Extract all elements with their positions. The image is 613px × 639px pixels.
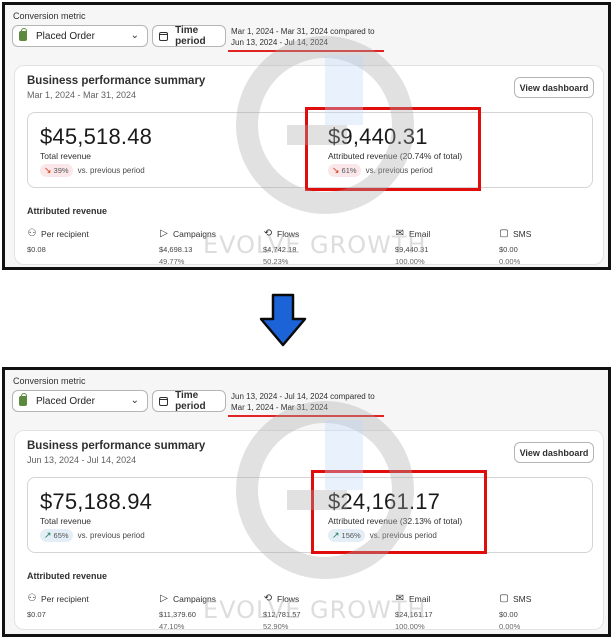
change-percent: 39% [53, 166, 69, 175]
total-revenue-value: $45,518.48 [40, 124, 153, 149]
before-screenshot-panel: Conversion metric Placed Order ⌄ Time pe… [2, 2, 611, 270]
shopping-bag-icon [19, 28, 27, 41]
col-label: Per recipient [41, 228, 89, 239]
highlight-box [311, 470, 487, 554]
trend-down-icon: ↘ [44, 165, 52, 175]
total-revenue-change: ↘ 39% vs. previous period [40, 164, 152, 177]
watermark-text: EVOLVE GROWTH [203, 231, 427, 259]
total-revenue-value: $75,188.94 [40, 489, 153, 514]
conversion-metric-label: Conversion metric [13, 376, 86, 386]
select-value: Placed Order [36, 395, 95, 407]
time-period-label: Time period [175, 25, 206, 47]
trend-up-icon: ↗ [44, 530, 52, 540]
summary-date: Mar 1, 2024 - Mar 31, 2024 [27, 90, 137, 100]
view-dashboard-button[interactable]: View dashboard [514, 442, 594, 463]
col-pct: 0.00% [499, 622, 521, 631]
col-label: SMS [513, 593, 532, 604]
people-icon: ⚇ [27, 228, 37, 239]
summary-title: Business performance summary [27, 75, 206, 87]
attr-col-sms: ▢ SMS $0.00 0.00% [499, 593, 531, 631]
col-label: SMS [513, 228, 532, 239]
total-revenue-change: ↗ 65% vs. previous period [40, 529, 152, 542]
down-arrow-icon [259, 293, 307, 347]
summary-title: Business performance summary [27, 440, 206, 452]
metrics-box: $75,188.94 Total revenue ↗ 65% vs. previo… [27, 470, 593, 554]
select-value: Placed Order [36, 30, 95, 42]
col-value: $0.00 [499, 245, 518, 254]
total-revenue-label: Total revenue [40, 516, 92, 526]
after-screenshot-panel: Conversion metric Placed Order ⌄ Time pe… [2, 367, 611, 637]
send-icon: ▷ [160, 228, 168, 239]
calendar-icon [159, 31, 169, 41]
conversion-metric-select[interactable]: Placed Order ⌄ [12, 390, 148, 412]
people-icon: ⚇ [27, 593, 37, 604]
summary-date: Jun 13, 2024 - Jul 14, 2024 [27, 455, 137, 465]
date-range-text: Mar 1, 2024 - Mar 31, 2024 compared to J… [231, 27, 375, 47]
time-period-label: Time period [175, 390, 206, 412]
conversion-metric-select[interactable]: Placed Order ⌄ [12, 25, 148, 47]
time-period-button[interactable]: Time period [152, 25, 226, 47]
col-label: Per recipient [41, 593, 89, 604]
chevron-down-icon: ⌄ [130, 30, 139, 41]
attributed-revenue-title: Attributed revenue [27, 206, 108, 216]
attr-col-per-recipient: ⚇ Per recipient $0.08 [27, 228, 89, 257]
change-badge: ↘ 39% [40, 164, 73, 177]
view-dashboard-button[interactable]: View dashboard [514, 77, 594, 98]
send-icon: ▷ [160, 593, 168, 604]
change-suffix: vs. previous period [77, 166, 145, 175]
highlight-underline [228, 415, 384, 417]
attr-col-sms: ▢ SMS $0.00 0.00% [499, 228, 531, 266]
time-period-button[interactable]: Time period [152, 390, 226, 412]
total-revenue-metric: $75,188.94 Total revenue ↗ 65% vs. previo… [40, 489, 152, 542]
col-value: $0.07 [27, 610, 46, 619]
total-revenue-label: Total revenue [40, 151, 92, 161]
col-pct: 0.00% [499, 257, 521, 266]
chevron-down-icon: ⌄ [130, 395, 139, 406]
conversion-metric-label: Conversion metric [13, 11, 86, 21]
change-suffix: vs. previous period [77, 531, 145, 540]
shopping-bag-icon [19, 393, 27, 406]
highlight-box [305, 107, 481, 191]
date-range-text: Jun 13, 2024 - Jul 14, 2024 compared to … [231, 392, 375, 412]
highlight-underline [228, 50, 384, 52]
sms-icon: ▢ [499, 228, 509, 239]
total-revenue-metric: $45,518.48 Total revenue ↘ 39% vs. previo… [40, 124, 152, 177]
col-value: $0.08 [27, 245, 46, 254]
calendar-icon [159, 396, 169, 406]
change-badge: ↗ 65% [40, 529, 73, 542]
watermark-text: EVOLVE GROWTH [203, 596, 427, 624]
attr-col-per-recipient: ⚇ Per recipient $0.07 [27, 593, 89, 622]
change-percent: 65% [53, 531, 69, 540]
attributed-revenue-title: Attributed revenue [27, 571, 108, 581]
sms-icon: ▢ [499, 593, 509, 604]
col-value: $0.00 [499, 610, 518, 619]
metrics-box: $45,518.48 Total revenue ↘ 39% vs. previo… [27, 107, 593, 191]
